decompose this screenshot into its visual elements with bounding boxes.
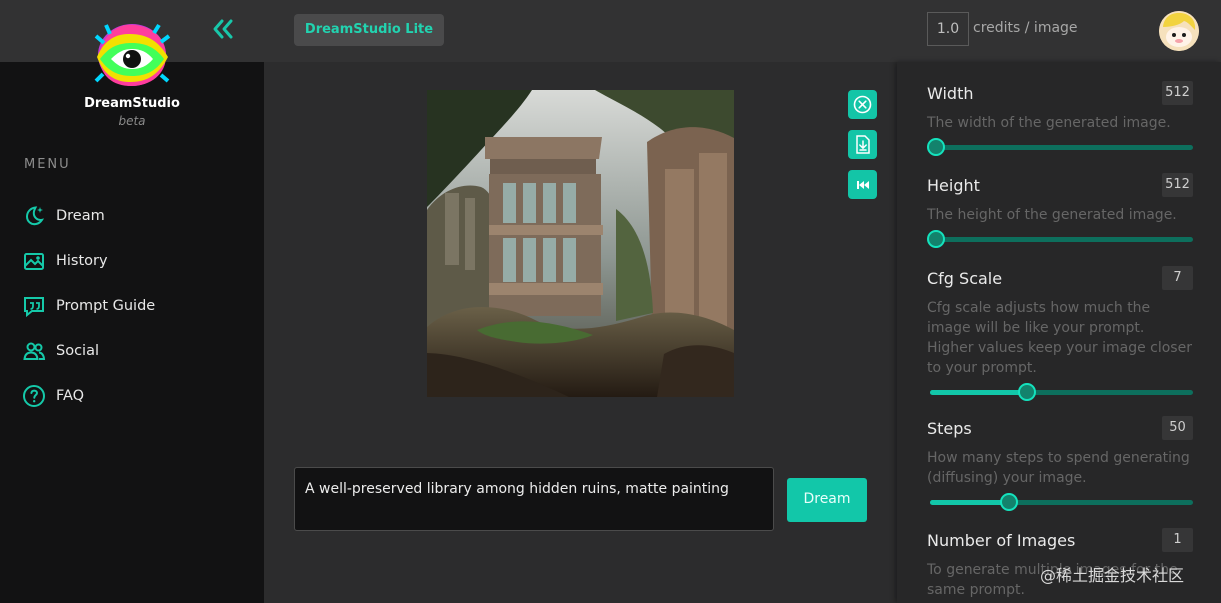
cfg-scale-title: Cfg Scale <box>927 269 1003 288</box>
sidebar-item-label: History <box>56 252 108 269</box>
sidebar-nav: Dream History Prompt Guide Social FAQ <box>22 193 252 418</box>
brand-name: DreamStudio <box>84 96 180 111</box>
height-setting: Height 512 The height of the generated i… <box>927 173 1193 248</box>
width-value[interactable]: 512 <box>1162 81 1193 105</box>
sidebar-item-label: Social <box>56 342 99 359</box>
prompt-input[interactable]: A well-preserved library among hidden ru… <box>294 467 774 531</box>
width-slider-thumb[interactable] <box>927 138 945 156</box>
sidebar-item-label: Dream <box>56 207 105 224</box>
steps-setting: Steps 50 How many steps to spend generat… <box>927 416 1193 511</box>
cfg-scale-slider-fill <box>930 390 1026 395</box>
steps-value[interactable]: 50 <box>1162 416 1193 440</box>
width-setting: Width 512 The width of the generated ima… <box>927 81 1193 156</box>
generated-image[interactable] <box>427 90 734 397</box>
menu-title: MENU <box>24 157 71 172</box>
sidebar-item-dream[interactable]: Dream <box>22 193 252 238</box>
dream-button[interactable]: Dream <box>787 478 867 522</box>
quote-bubble-icon <box>22 294 46 318</box>
sidebar-item-label: Prompt Guide <box>56 297 156 314</box>
sidebar-item-label: FAQ <box>56 387 85 404</box>
credits-per-image-label: credits / image <box>973 20 1078 36</box>
cfg-scale-description: Cfg scale adjusts how much the image wil… <box>927 300 1192 376</box>
download-icon[interactable] <box>848 130 877 159</box>
height-slider-thumb[interactable] <box>927 230 945 248</box>
steps-slider[interactable] <box>927 493 1193 511</box>
width-slider[interactable] <box>927 138 1193 156</box>
height-title: Height <box>927 176 980 195</box>
width-description: The width of the generated image. <box>927 115 1171 131</box>
rewind-icon[interactable] <box>848 170 877 199</box>
sidebar-item-faq[interactable]: FAQ <box>22 373 252 418</box>
sidebar-item-prompt-guide[interactable]: Prompt Guide <box>22 283 252 328</box>
dreamstudio-logo[interactable] <box>92 20 172 90</box>
height-description: The height of the generated image. <box>927 207 1177 223</box>
steps-description: How many steps to spend generating (diff… <box>927 450 1190 486</box>
credits-per-image-value: 1.0 <box>927 12 969 46</box>
dreamstudio-lite-button[interactable]: DreamStudio Lite <box>294 14 444 46</box>
steps-title: Steps <box>927 419 972 438</box>
steps-slider-fill <box>930 500 1008 505</box>
close-circle-icon[interactable] <box>848 90 877 119</box>
beta-label: beta <box>118 114 146 128</box>
cfg-scale-value[interactable]: 7 <box>1162 266 1193 290</box>
collapse-sidebar-icon[interactable] <box>210 16 236 42</box>
users-icon <box>22 339 46 363</box>
height-slider[interactable] <box>927 230 1193 248</box>
width-title: Width <box>927 84 974 103</box>
moon-star-icon <box>22 204 46 228</box>
question-circle-icon <box>22 384 46 408</box>
watermark: @稀土掘金技术社区 <box>1040 566 1185 585</box>
height-value[interactable]: 512 <box>1162 173 1193 197</box>
sidebar-item-history[interactable]: History <box>22 238 252 283</box>
cfg-scale-slider[interactable] <box>927 383 1193 401</box>
image-gallery-icon <box>22 249 46 273</box>
avatar[interactable] <box>1159 11 1199 51</box>
steps-slider-thumb[interactable] <box>999 493 1018 511</box>
sidebar-item-social[interactable]: Social <box>22 328 252 373</box>
cfg-scale-slider-thumb[interactable] <box>1018 383 1036 401</box>
number-of-images-value[interactable]: 1 <box>1162 528 1193 552</box>
number-of-images-title: Number of Images <box>927 531 1076 550</box>
cfg-scale-setting: Cfg Scale 7 Cfg scale adjusts how much t… <box>927 266 1193 401</box>
